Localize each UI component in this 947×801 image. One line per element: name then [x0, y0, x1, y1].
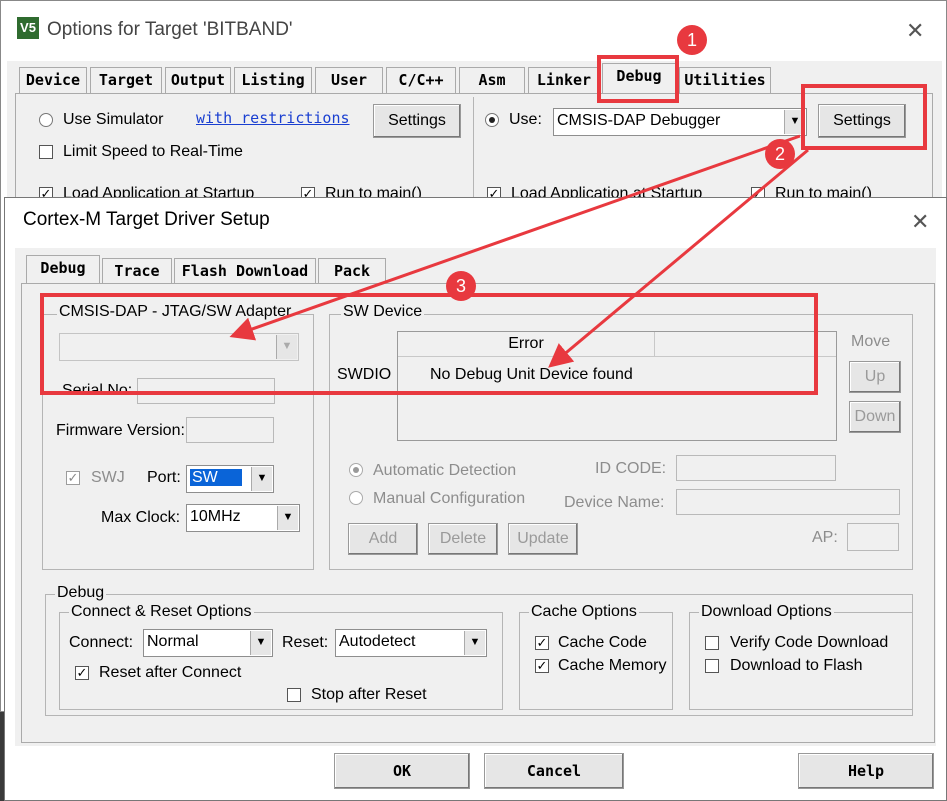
annotation-badge-2: 2 [765, 139, 795, 169]
arrow-to-adapter [229, 134, 801, 341]
annotation-arrows [229, 134, 809, 368]
annotation-badge-1: 1 [677, 25, 707, 55]
annotation-badge-3: 3 [446, 271, 476, 301]
arrow-to-error-message [548, 148, 809, 368]
